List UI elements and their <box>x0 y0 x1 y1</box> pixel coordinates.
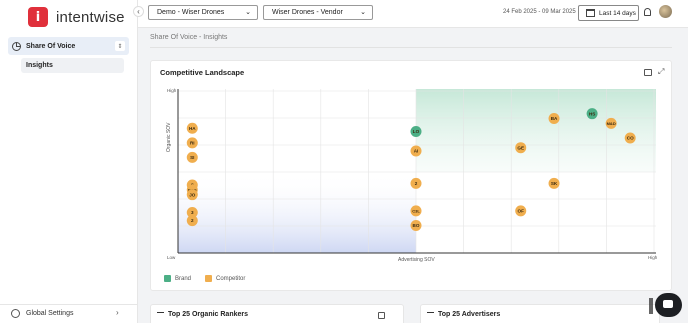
download-icon[interactable] <box>378 312 385 319</box>
account-select-value: Demo - Wiser Drones <box>157 9 225 16</box>
divider <box>150 47 672 48</box>
card-title: Competitive Landscape <box>160 68 245 77</box>
bottom-left-quadrant <box>178 172 416 253</box>
calendar-icon <box>586 9 595 17</box>
data-point-of[interactable]: OF <box>515 205 527 217</box>
x-axis-label: Advertising SOV <box>398 257 435 263</box>
avatar[interactable] <box>659 5 672 18</box>
data-point-label: 2 <box>191 218 194 223</box>
data-point-ai[interactable]: AI <box>410 145 422 157</box>
gear-icon <box>11 309 20 318</box>
organic-rankers-panel: Top 25 Organic Rankers <box>150 304 404 323</box>
vendor-select-value: Wiser Drones - Vendor <box>272 9 343 16</box>
expand-toggle-icon[interactable]: ⇕ <box>115 41 125 51</box>
data-point-bo[interactable]: BO <box>410 219 422 231</box>
data-point-label: HA <box>189 126 196 131</box>
panel-title: Top 25 Advertisers <box>438 311 501 318</box>
data-point-co[interactable]: CO <box>624 132 636 144</box>
clock-icon <box>12 41 21 51</box>
drag-handle-icon[interactable] <box>649 298 653 314</box>
y-axis-label: Organic SOV <box>166 122 172 152</box>
data-point-lo[interactable]: LO <box>410 126 422 137</box>
date-range-text: 24 Feb 2025 - 09 Mar 2025 <box>503 9 576 15</box>
y-tick-low: Low <box>167 255 176 260</box>
data-point-label: 3 <box>191 210 194 215</box>
data-point-c3l[interactable]: C3L <box>410 205 422 217</box>
data-point-jo[interactable]: JO <box>186 189 198 201</box>
data-point-ba[interactable]: BA <box>548 113 560 125</box>
x-tick-high: High <box>648 255 658 260</box>
data-point-si[interactable]: SI <box>186 151 198 163</box>
top-right-quadrant <box>416 89 656 172</box>
account-select[interactable]: Demo - Wiser Drones ⌄ <box>148 5 258 20</box>
chevron-right-icon[interactable]: › <box>116 308 119 317</box>
collapse-sidebar-button[interactable]: ‹ <box>133 6 144 17</box>
y-tick-high: High <box>167 88 177 93</box>
global-settings-link[interactable]: Global Settings <box>11 309 73 318</box>
data-point-label: OF <box>518 208 525 213</box>
sidebar-item-share-of-voice[interactable]: Share Of Voice ⇕ <box>8 37 129 55</box>
date-range-button[interactable]: Last 14 days <box>578 5 639 21</box>
data-point-label: C3L <box>412 208 420 213</box>
data-point-hs[interactable]: HS <box>586 108 598 120</box>
data-point-md[interactable]: M&D <box>605 117 617 129</box>
data-point-label: SK <box>551 181 558 186</box>
collapse-icon[interactable] <box>427 312 434 313</box>
sidebar: i intentwise Share Of Voice ⇕ Insights G… <box>0 0 138 323</box>
settings-label: Global Settings <box>26 310 74 317</box>
date-button-label: Last 14 days <box>599 9 636 17</box>
data-point-label: BA <box>551 116 558 121</box>
data-point-label: BO <box>413 223 420 228</box>
sidebar-divider <box>0 304 138 305</box>
legend-label: Brand <box>175 275 192 282</box>
chevron-down-icon: ⌄ <box>360 9 366 16</box>
data-point-ge[interactable]: GE <box>515 142 527 154</box>
legend-label: Competitor <box>216 275 246 282</box>
data-point-label: M&D <box>607 121 616 126</box>
sidebar-item-label: Share Of Voice <box>26 42 76 50</box>
data-point-label: LO <box>413 129 420 134</box>
data-point-2[interactable]: 2 <box>410 177 422 189</box>
data-point-label: AI <box>414 149 419 154</box>
legend-swatch-competitor <box>205 275 213 282</box>
chat-button[interactable] <box>655 293 682 317</box>
scatter-plot: HARISISBOSJO32LOAI2C3LBOGEOFBASKHSM&DCO <box>177 89 656 254</box>
data-point-label: GE <box>517 145 524 150</box>
data-point-label: CO <box>627 136 634 141</box>
data-point-label: 2 <box>415 181 418 186</box>
data-point-ha[interactable]: HA <box>186 122 198 134</box>
logo[interactable]: i intentwise <box>28 7 125 27</box>
chevron-down-icon: ⌄ <box>245 9 251 16</box>
data-point-2[interactable]: 2 <box>186 215 198 227</box>
legend-swatch-brand <box>164 275 171 282</box>
data-point-ri[interactable]: RI <box>186 137 198 149</box>
data-point-label: HS <box>589 111 595 116</box>
expand-icon[interactable]: ⤢ <box>658 67 664 77</box>
panel-title: Top 25 Organic Rankers <box>168 311 249 318</box>
bell-icon[interactable] <box>644 8 651 16</box>
legend-item-brand[interactable]: Brand <box>164 275 191 282</box>
brand-name: intentwise <box>56 8 125 26</box>
data-point-label: SI <box>190 155 194 160</box>
legend: Brand Competitor <box>164 275 259 282</box>
vendor-select[interactable]: Wiser Drones - Vendor ⌄ <box>263 5 373 20</box>
data-point-sk[interactable]: SK <box>548 177 560 189</box>
download-icon[interactable] <box>644 69 652 76</box>
data-point-label: JO <box>189 192 196 197</box>
legend-item-competitor[interactable]: Competitor <box>205 275 245 282</box>
advertisers-panel: Top 25 Advertisers <box>420 304 660 323</box>
logo-mark-icon: i <box>28 7 48 27</box>
data-point-label: RI <box>190 140 195 145</box>
collapse-icon[interactable] <box>157 312 164 313</box>
sidebar-item-insights[interactable]: Insights <box>21 58 124 73</box>
breadcrumb: Share Of Voice - Insights <box>150 34 228 41</box>
